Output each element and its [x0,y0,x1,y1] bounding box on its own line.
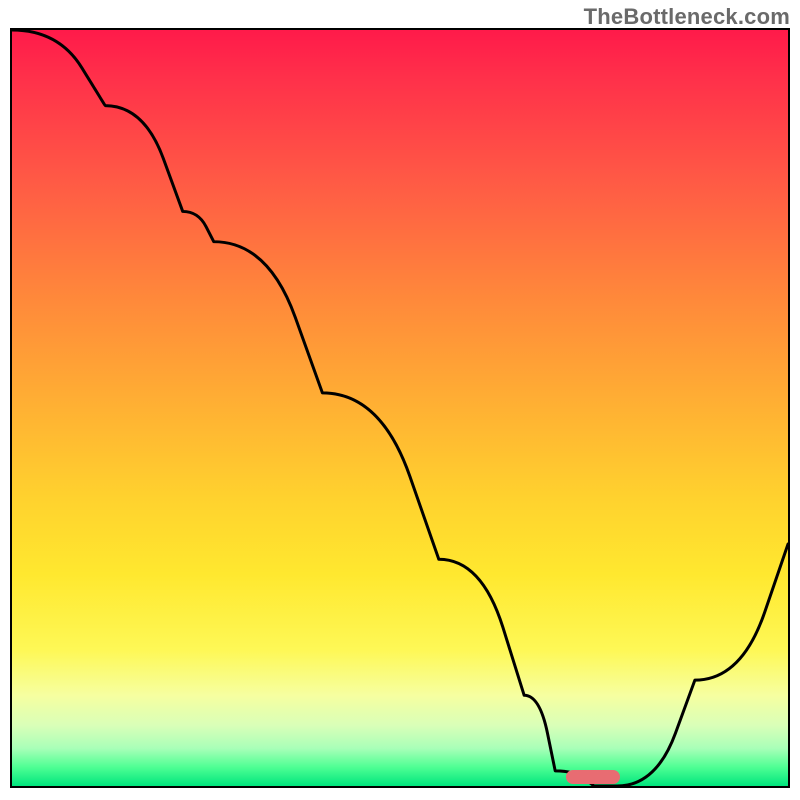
watermark-text: TheBottleneck.com [584,4,790,30]
plot-frame [10,28,790,788]
stage: TheBottleneck.com [0,0,800,800]
bottleneck-curve [12,30,788,786]
optimum-marker [566,770,621,784]
